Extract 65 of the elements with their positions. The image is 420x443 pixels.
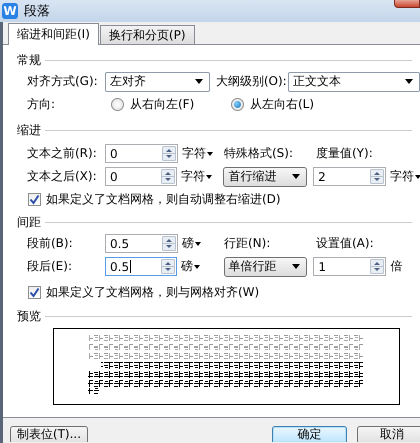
number-field[interactable]: 0.5 — [105, 257, 178, 276]
field-label: 方向: — [27, 96, 56, 113]
dropdown[interactable]: 正文文本 — [288, 72, 420, 92]
checkbox-label: 如果定义了文档网格，则自动调整右缩进(D) — [46, 190, 281, 208]
tab[interactable]: 换行和分页(P) — [100, 25, 195, 44]
app-logo: W — [2, 3, 18, 19]
radio-label: 从左向右(L) — [250, 96, 314, 113]
caret-icon — [195, 242, 201, 246]
caret-icon — [415, 174, 420, 178]
unit-dropdown[interactable]: 磅 — [181, 258, 200, 275]
field-label: 段后(E): — [27, 258, 73, 275]
dialog-button[interactable]: 取消 — [357, 426, 420, 442]
spinner-icon[interactable] — [162, 236, 176, 251]
dropdown[interactable]: 单倍行距 — [224, 256, 308, 276]
field-label: 对齐方式(G): — [27, 73, 99, 90]
radio-button[interactable] — [111, 98, 124, 111]
check-icon — [29, 286, 40, 298]
section-heading: 预览 — [17, 308, 41, 324]
field-label: 特殊格式(S): — [224, 145, 294, 162]
dropdown[interactable]: 首行缩进 — [223, 166, 308, 186]
caret-icon — [292, 174, 300, 179]
check-icon — [29, 194, 40, 204]
spinner-icon[interactable] — [160, 169, 175, 184]
number-field[interactable]: 0.5 — [105, 234, 178, 253]
spinner-icon[interactable] — [370, 259, 384, 274]
section-heading: 间距 — [17, 214, 41, 230]
spinner-icon[interactable] — [370, 169, 384, 184]
caret-icon — [292, 264, 300, 269]
close-button[interactable] — [394, 0, 420, 8]
number-field[interactable]: 0 — [105, 167, 177, 186]
field-label: 设置值(A): — [316, 235, 375, 252]
dropdown[interactable]: 左对齐 — [105, 72, 210, 92]
tab[interactable]: 缩进和间距(I) — [8, 23, 99, 45]
unit-dropdown[interactable]: 字符 — [390, 168, 420, 185]
text-cursor — [130, 260, 132, 273]
caret-icon — [206, 174, 212, 178]
number-field[interactable]: 1 — [313, 257, 386, 276]
field-label: 文本之前(R): — [27, 145, 98, 162]
field-label: 段前(B): — [27, 235, 74, 252]
dialog-button[interactable]: 确定 — [272, 426, 347, 442]
unit-label: 倍 — [390, 258, 402, 275]
number-field[interactable]: 2 — [313, 167, 386, 186]
unit-dropdown[interactable]: 字符 — [182, 145, 213, 162]
window-title: 段落 — [24, 3, 50, 20]
field-label: 度量值(Y): — [316, 145, 374, 162]
dialog-button[interactable]: 制表位(T)... — [10, 426, 88, 442]
unit-dropdown[interactable]: 字符 — [180, 168, 212, 185]
caret-icon — [207, 152, 213, 156]
section-heading: 缩进 — [17, 122, 41, 138]
caret-icon — [194, 79, 203, 84]
caret-icon — [194, 264, 200, 268]
field-label: 行距(N): — [224, 235, 272, 252]
caret-icon — [405, 79, 413, 84]
unit-dropdown[interactable]: 磅 — [182, 235, 201, 252]
field-label: 大纲级别(O): — [216, 73, 288, 90]
radio-label: 从右向左(F) — [130, 96, 194, 113]
checkbox[interactable] — [28, 286, 41, 298]
number-field[interactable]: 0 — [105, 144, 178, 163]
radio-button[interactable] — [231, 98, 244, 111]
field-label: 文本之后(X): — [27, 168, 98, 185]
checkbox[interactable] — [28, 192, 41, 206]
spinner-icon[interactable] — [161, 259, 176, 274]
section-heading: 常规 — [17, 52, 41, 68]
spinner-icon[interactable] — [162, 146, 176, 161]
checkbox-label: 如果定义了文档网格，则与网格对齐(W) — [46, 284, 260, 300]
